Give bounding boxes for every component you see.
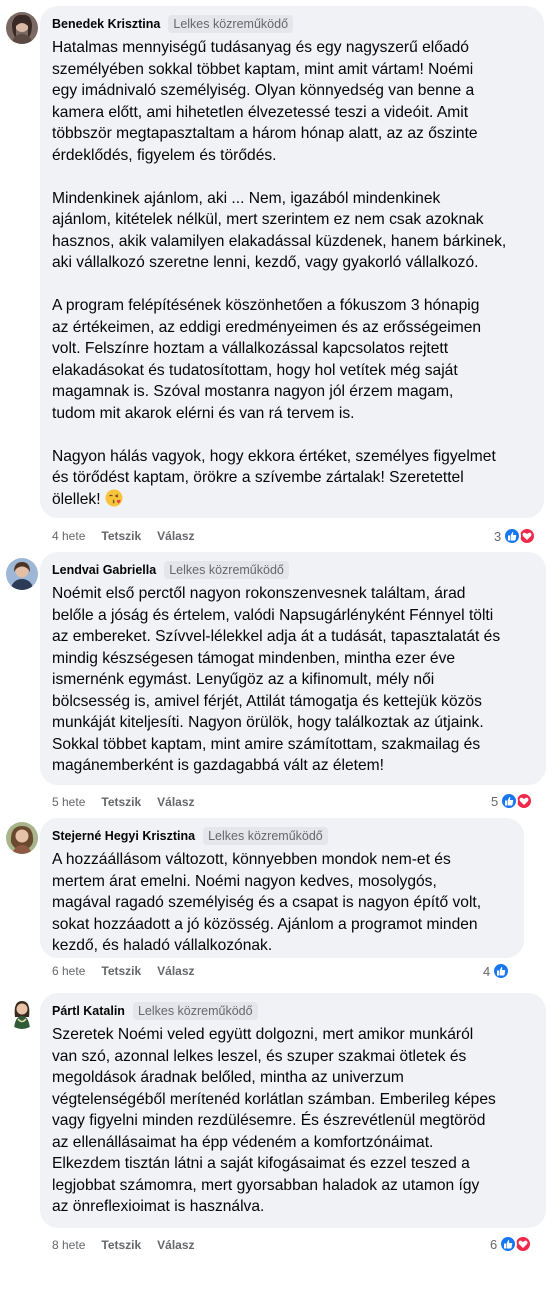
text-line: mertem árat emelni. Noémi nagyon kedves,… xyxy=(52,872,437,890)
text-line: végtelenségéből merítenéd korlátlan szám… xyxy=(52,1090,496,1108)
reaction-summary[interactable]: 6 xyxy=(490,1235,533,1253)
author-name[interactable]: Stejerné Hegyi Krisztina xyxy=(52,829,195,843)
comment-text: Szeretek Noémi veled együtt dolgozni, me… xyxy=(52,1024,534,1218)
text-line: volt. Felszínre hoztam a vállalkozással … xyxy=(52,340,449,357)
like-icon xyxy=(499,1235,518,1253)
reply-link[interactable]: Válasz xyxy=(157,795,194,809)
comment-bubble: Pártl Katalin Lelkes közreműködő Szerete… xyxy=(40,993,546,1228)
comment-text: A hozzáállásom változott, könnyebben mon… xyxy=(52,849,512,957)
text-line: az értékeimen, az eddigi eredményeimen é… xyxy=(52,318,482,336)
contributor-badge: Lelkes közreműködő xyxy=(203,827,328,845)
reply-link[interactable]: Válasz xyxy=(157,1238,194,1252)
reaction-summary[interactable]: 3 xyxy=(494,527,537,545)
text-line: megoldások áradnak belőled, mintha az un… xyxy=(52,1069,404,1086)
comment-time[interactable]: 4 hete xyxy=(52,529,85,543)
text-line: ajánlom, kitételek nélkül, mert szerinte… xyxy=(52,211,484,228)
like-icon xyxy=(492,962,511,980)
text-line: az ellenállásaimat ha épp védeném a komf… xyxy=(52,1133,434,1151)
text-line: vagy figyelni minden rezdülésemre. És és… xyxy=(52,1112,486,1129)
author-name[interactable]: Lendvai Gabriella xyxy=(52,563,156,577)
text-line: Szeretek Noémi veled együtt dolgozni, me… xyxy=(52,1026,474,1043)
comment-time[interactable]: 5 hete xyxy=(52,795,85,809)
reaction-count: 4 xyxy=(483,963,491,979)
text-line: Nagyon hálás vagyok, hogy ekkora értéket… xyxy=(52,447,496,465)
text-line: Hatalmas mennyiségű tudásanyag és egy na… xyxy=(52,39,469,56)
text-line: legjobbat számomra, mert gyorsabban hala… xyxy=(52,1176,480,1194)
text-line: Mindenkinek ajánlom, aki ... Nem, igazáb… xyxy=(52,189,441,207)
avatar[interactable] xyxy=(6,558,38,590)
text-line: aki vállalkozó szeretne lenni, kezdő, va… xyxy=(52,254,479,271)
like-icon xyxy=(503,527,522,545)
like-icon xyxy=(500,792,519,810)
comment-text: Hatalmas mennyiségű tudásanyag és egy na… xyxy=(52,37,532,510)
author-name[interactable]: Benedek Krisztina xyxy=(52,17,160,31)
text-line: érdeklődés, figyelem és törődés. xyxy=(52,146,277,164)
text-line: kezdő, és haladó vállalkozónak. xyxy=(52,937,273,954)
like-link[interactable]: Tetszik xyxy=(101,964,141,978)
text-line: mindig készségesen támogat mindenben, mi… xyxy=(52,649,456,667)
text-line: munkáját kiteljesíti. Nagyon örülök, hog… xyxy=(52,714,484,731)
reaction-summary[interactable]: 4 xyxy=(483,962,511,980)
text-line-with-emoji: ölellek! xyxy=(52,489,532,511)
text-line: Sokkal többet kaptam, mint amire számíto… xyxy=(52,735,481,753)
comment-time[interactable]: 8 hete xyxy=(52,1238,85,1252)
text-line: magával ragadó személyiség és a csapat i… xyxy=(52,894,482,911)
text-line: hasznos, akik valamilyen elakadással küz… xyxy=(52,232,507,250)
text-line: egy imádnivaló személyiség. Olyan könnye… xyxy=(52,82,475,99)
text-line: magánemberként is gazdagabbá vált az éle… xyxy=(52,757,384,774)
comment-actions: 4 hete Tetszik Válasz xyxy=(52,529,195,543)
contributor-badge: Lelkes közreműködő xyxy=(132,1002,258,1020)
comment-text: Noémit első perctől nagyon rokonszenvesn… xyxy=(52,583,534,777)
text-line: van szó, azonnal lelkes leszel, és szupe… xyxy=(52,1047,467,1065)
text-fragment: ölellek! xyxy=(52,490,101,508)
comment-bubble: Stejerné Hegyi Krisztina Lelkes közreműk… xyxy=(40,818,524,958)
text-line: sokat hozzáadott a jó közösség. Ajánlom … xyxy=(52,915,478,933)
text-line: belőle a jóság és értelem, valódi Napsug… xyxy=(52,606,494,624)
text-line: A program felépítésének köszönhetően a f… xyxy=(52,297,480,314)
text-line: és törődést kaptam, örökre a szívembe zá… xyxy=(52,469,464,486)
text-line: bölcsesség is, amivel férjét, Attilát tá… xyxy=(52,692,482,710)
like-link[interactable]: Tetszik xyxy=(101,529,141,543)
text-line: A hozzáállásom változott, könnyebben mon… xyxy=(52,851,451,868)
contributor-badge: Lelkes közreműködő xyxy=(164,561,289,579)
reaction-count: 3 xyxy=(494,528,502,544)
text-line: magamnak is. Szóval mostanra nagyon jól … xyxy=(52,383,454,400)
reply-link[interactable]: Válasz xyxy=(157,529,194,543)
comment-actions: 5 hete Tetszik Válasz xyxy=(52,795,195,809)
comment-bubble: Lendvai Gabriella Lelkes közreműködő Noé… xyxy=(40,552,546,785)
reaction-count: 5 xyxy=(491,793,499,809)
text-line: elakadásokat és tudatosítottam, hogy hol… xyxy=(52,361,458,379)
avatar[interactable] xyxy=(6,822,38,854)
text-line: személyében sokkal többet kaptam, mint a… xyxy=(52,60,474,78)
comment-time[interactable]: 6 hete xyxy=(52,964,85,978)
kissing-face-emoji-icon xyxy=(105,489,123,507)
like-link[interactable]: Tetszik xyxy=(101,1238,141,1252)
reaction-summary[interactable]: 5 xyxy=(491,792,534,810)
comment-actions: 8 hete Tetszik Válasz xyxy=(52,1238,195,1252)
contributor-badge: Lelkes közreműködő xyxy=(168,15,294,33)
text-line: Elkezdem tisztán látni a saját kifogásai… xyxy=(52,1155,470,1172)
comment-actions: 6 hete Tetszik Válasz xyxy=(52,964,195,978)
text-line: az önreflexioimat is használva. xyxy=(52,1198,265,1215)
author-name[interactable]: Pártl Katalin xyxy=(52,1004,125,1018)
text-line: ismernénk egymást. Lenyűgöz az a kifinom… xyxy=(52,671,435,688)
text-line: az embereket. Szívvel-lélekkel adja át a… xyxy=(52,628,501,645)
text-line: többször megtapasztaltam a három hónap a… xyxy=(52,125,478,142)
comment-bubble: Benedek Krisztina Lelkes közreműködő Hat… xyxy=(40,6,544,518)
text-line: Noémit első perctől nagyon rokonszenvesn… xyxy=(52,585,466,602)
avatar[interactable] xyxy=(6,997,38,1029)
text-line: kamera előtt, ami hihetetlen élvezetessé… xyxy=(52,103,469,121)
reaction-count: 6 xyxy=(490,1236,498,1252)
like-link[interactable]: Tetszik xyxy=(101,795,141,809)
reply-link[interactable]: Válasz xyxy=(157,964,194,978)
text-line: tudom mit akarok elérni és van rá tervem… xyxy=(52,404,355,422)
avatar[interactable] xyxy=(6,12,38,44)
